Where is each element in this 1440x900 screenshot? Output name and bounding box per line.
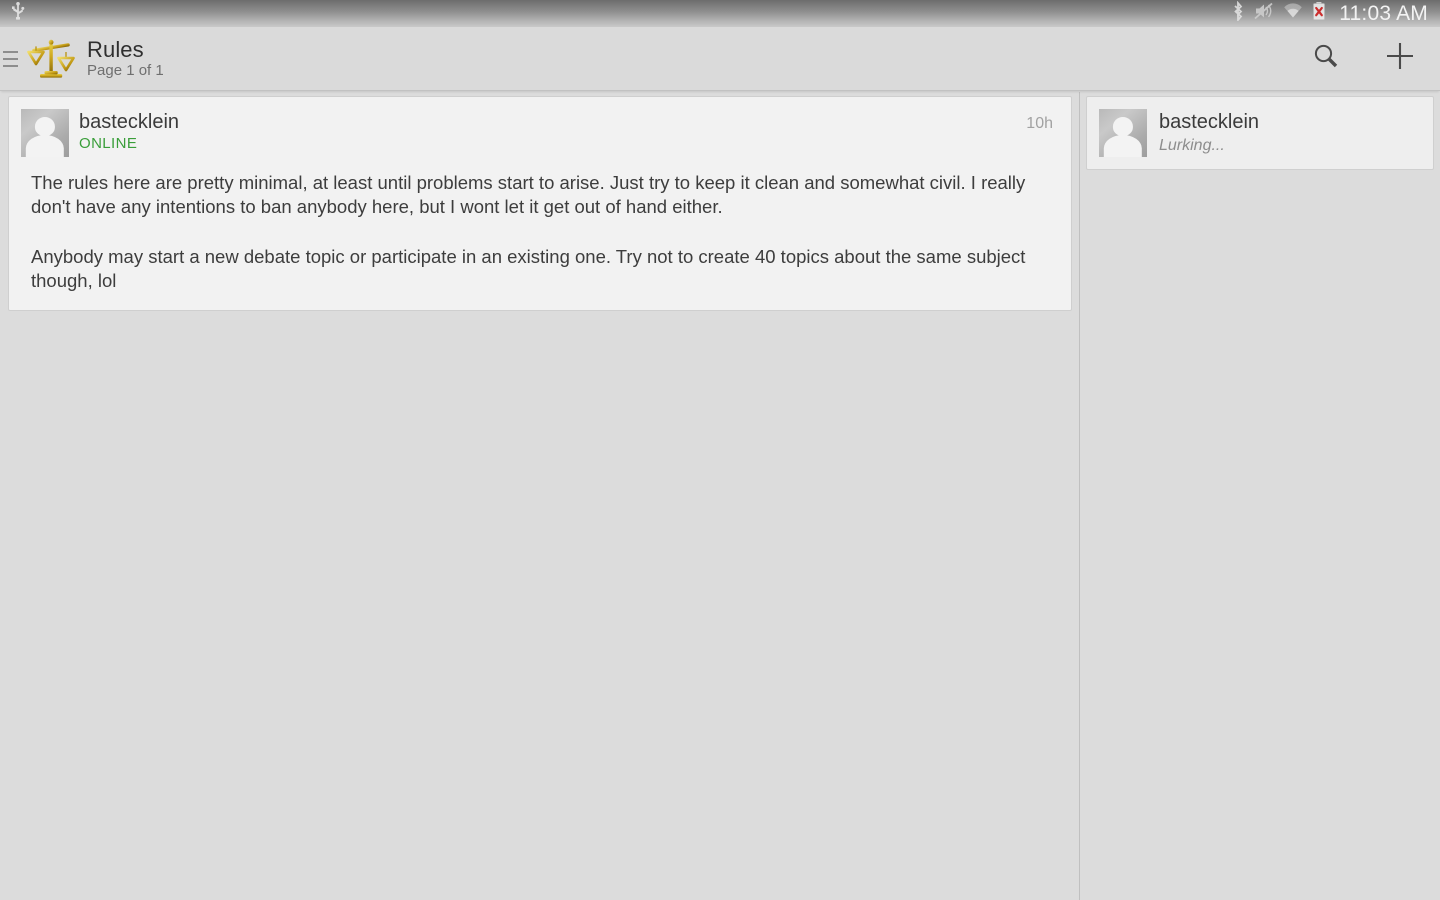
wifi-icon [1283,2,1303,25]
avatar-body [25,134,65,157]
search-icon [1311,41,1341,76]
post-timestamp: 10h [1026,115,1053,132]
navigation-drawer-toggle[interactable] [0,27,20,91]
online-users-pane: bastecklein Lurking... [1080,92,1440,900]
post-card[interactable]: bastecklein ONLINE 10h The rules here ar… [8,96,1072,311]
thread-pane: bastecklein ONLINE 10h The rules here ar… [0,92,1079,900]
post-author[interactable]: bastecklein [79,111,179,133]
action-bar-actions [1304,37,1440,81]
action-bar: Rules Page 1 of 1 [0,27,1440,91]
online-user-identity: bastecklein Lurking... [1159,111,1259,155]
post-identity: bastecklein ONLINE [79,109,179,153]
online-user-name: bastecklein [1159,110,1260,133]
avatar[interactable] [21,109,69,157]
usb-icon [10,2,26,25]
status-bar-clock: 11:03 AM [1339,2,1428,25]
hamburger-line [2,50,18,53]
status-bar: 11:03 AM [0,0,1440,27]
add-button[interactable] [1378,37,1422,81]
hamburger-line [2,57,18,60]
status-bar-right-icons: 11:03 AM [1231,0,1440,26]
post-paragraph: Anybody may start a new debate topic or … [31,245,1026,292]
hamburger-line [2,64,18,67]
page-title: Rules [87,36,144,62]
title-block[interactable]: Rules Page 1 of 1 [87,36,164,80]
avatar-head [34,116,56,136]
avatar-body [1103,134,1143,157]
battery-error-icon [1312,1,1326,26]
list-item[interactable]: bastecklein Lurking... [1086,96,1434,170]
bluetooth-icon [1231,0,1245,26]
volume-mute-icon [1254,2,1274,25]
scales-of-justice-icon [23,31,79,87]
search-button[interactable] [1304,37,1348,81]
content-area: bastecklein ONLINE 10h The rules here ar… [0,92,1440,900]
avatar[interactable] [1099,109,1147,157]
post-paragraph: The rules here are pretty minimal, at le… [31,172,1026,218]
page-subtitle: Page 1 of 1 [87,62,164,80]
online-user-activity: Lurking... [1159,137,1225,155]
post-status-badge: ONLINE [79,135,138,152]
status-bar-left-icons [0,2,26,25]
post-header: bastecklein ONLINE 10h [21,109,1053,157]
post-body: The rules here are pretty minimal, at le… [21,171,1053,294]
avatar-head [1112,116,1134,136]
plus-icon [1384,40,1416,77]
